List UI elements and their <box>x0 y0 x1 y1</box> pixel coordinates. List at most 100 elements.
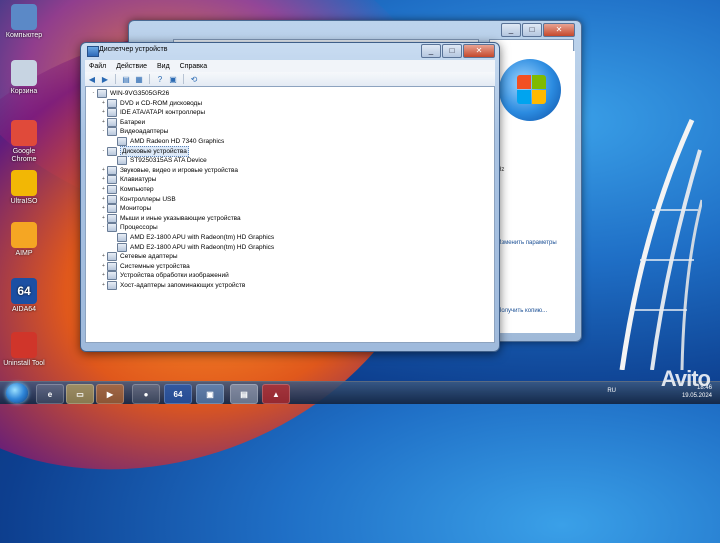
device-item[interactable]: ST9250315AS ATA Device <box>110 156 207 166</box>
device-label: Видеоадаптеры <box>120 128 169 136</box>
chrome-icon[interactable]: ● <box>132 384 160 404</box>
desktop-icon[interactable]: Uninstall Tool <box>2 332 46 368</box>
forward-arrow-icon[interactable]: ▶ <box>100 74 110 84</box>
expand-icon[interactable]: + <box>100 185 107 194</box>
device-item[interactable]: AMD E2-1800 APU with Radeon(tm) HD Graph… <box>110 242 274 252</box>
maximize-button[interactable]: □ <box>442 44 462 58</box>
maximize-button[interactable]: □ <box>522 23 542 37</box>
device-label: Системные устройства <box>120 262 190 270</box>
desktop-icon[interactable]: AIMP <box>2 222 46 258</box>
device-category[interactable]: + Мыши и иные указывающие устройства <box>100 213 241 223</box>
close-button[interactable]: ✕ <box>463 44 495 58</box>
device-category[interactable]: + IDE ATA/ATAPI контроллеры <box>100 108 205 118</box>
windows-logo-icon <box>499 59 561 121</box>
minimize-button[interactable]: _ <box>501 23 521 37</box>
ie-icon[interactable]: e <box>36 384 64 404</box>
expand-icon[interactable]: + <box>100 252 107 261</box>
expand-icon[interactable]: + <box>100 99 107 108</box>
collapse-icon[interactable]: - <box>100 223 107 232</box>
tree-view-icon[interactable]: ▤ <box>121 74 131 84</box>
device-manager-window[interactable]: Диспетчер устройств _ □ ✕ Файл Действие … <box>80 42 500 352</box>
device-icon <box>97 89 107 98</box>
device-category[interactable]: + Сетевые адаптеры <box>100 252 178 262</box>
language-indicator[interactable]: RU <box>607 388 616 394</box>
device-category[interactable]: + Звуковые, видео и игровые устройства <box>100 165 238 175</box>
minimize-button[interactable]: _ <box>421 44 441 58</box>
device-category[interactable]: + Мониторы <box>100 204 151 214</box>
device-label: Компьютер <box>120 186 154 193</box>
device-item[interactable]: AMD E2-1800 APU with Radeon(tm) HD Graph… <box>110 233 274 242</box>
expand-icon[interactable]: + <box>100 271 107 280</box>
back-arrow-icon[interactable]: ◀ <box>87 74 97 84</box>
collapse-icon[interactable]: - <box>90 89 97 98</box>
expand-icon[interactable]: + <box>100 166 107 175</box>
scan-hardware-icon[interactable]: ⟲ <box>189 74 199 84</box>
help-icon[interactable]: ? <box>155 74 165 84</box>
properties-icon[interactable]: ▦ <box>134 74 144 84</box>
device-category[interactable]: + Батареи <box>100 117 145 127</box>
desktop-icon[interactable]: UltraISO <box>2 170 46 206</box>
device-icon <box>107 185 117 194</box>
device-category[interactable]: - Дисковые устройства <box>100 145 189 157</box>
expand-icon[interactable]: + <box>100 118 107 127</box>
start-button[interactable] <box>6 383 28 403</box>
console-icon[interactable]: ▣ <box>168 74 178 84</box>
desktop-icon-label: Uninstall Tool <box>3 360 45 367</box>
device-category[interactable]: + Системные устройства <box>100 261 190 271</box>
media-player-icon[interactable]: ▶ <box>96 384 124 404</box>
device-category[interactable]: + Контроллеры USB <box>100 194 176 204</box>
device-category[interactable]: + Хост-адаптеры запоминающих устройств <box>100 281 245 290</box>
device-label: Устройства обработки изображений <box>120 272 229 280</box>
expand-icon[interactable]: + <box>100 204 107 213</box>
menu-help[interactable]: Справка <box>180 63 207 70</box>
aida64-icon[interactable]: 64 <box>164 384 192 404</box>
desktop-icon[interactable]: Компьютер <box>2 4 46 40</box>
device-category[interactable]: + DVD и CD-ROM дисководы <box>100 98 202 108</box>
collapse-icon[interactable]: - <box>100 147 107 156</box>
desktop-icon-label: AIDA64 <box>11 306 37 313</box>
device-icon <box>107 204 117 214</box>
desktop-icon[interactable]: Корзина <box>2 60 46 96</box>
toolbar-separator <box>149 74 150 84</box>
explorer-icon[interactable]: ▭ <box>66 384 94 404</box>
device-tree[interactable]: - WIN-9VG3505GR26 + DVD и CD-ROM дисководы +… <box>85 86 495 343</box>
expand-icon[interactable]: + <box>100 214 107 223</box>
expand-icon[interactable]: + <box>100 108 107 117</box>
device-label: Дисковые устройства <box>120 145 189 157</box>
menu-file[interactable]: Файл <box>89 63 106 70</box>
device-icon <box>107 165 117 175</box>
expand-icon[interactable]: + <box>100 175 107 184</box>
device-category[interactable]: - Процессоры <box>100 223 158 233</box>
expand-icon[interactable]: + <box>100 281 107 290</box>
desktop-icon[interactable]: 64 AIDA64 <box>2 278 46 314</box>
change-settings-link[interactable]: Изменить параметры <box>497 239 567 248</box>
device-icon <box>107 175 117 185</box>
device-category[interactable]: + Клавиатуры <box>100 175 156 185</box>
get-copy-link[interactable]: Получить копию... <box>497 308 547 314</box>
device-icon <box>107 252 117 262</box>
computer-root-node[interactable]: - WIN-9VG3505GR26 <box>90 89 169 98</box>
desktop-icon[interactable]: Google Chrome <box>2 120 46 164</box>
desktop-icon-label: Корзина <box>10 88 38 95</box>
device-category[interactable]: - Видеоадаптеры <box>100 127 169 137</box>
device-icon <box>107 117 117 127</box>
device-manager-icon <box>87 46 99 57</box>
device-icon <box>107 281 117 290</box>
device-category[interactable]: + Устройства обработки изображений <box>100 271 229 281</box>
expand-icon[interactable]: + <box>100 195 107 204</box>
menu-view[interactable]: Вид <box>157 63 170 70</box>
avito-watermark: Avito <box>660 366 711 391</box>
menu-action[interactable]: Действие <box>116 63 147 70</box>
expand-icon[interactable]: + <box>100 262 107 271</box>
desktop-icon-label: Google Chrome <box>11 148 37 163</box>
uninstall-tool-icon[interactable]: ▲ <box>262 384 290 404</box>
device-category[interactable]: + Компьютер <box>100 185 154 194</box>
control-panel-icon[interactable]: ▣ <box>196 384 224 404</box>
device-manager-icon[interactable]: ▤ <box>230 384 258 404</box>
disc-icon <box>11 170 37 196</box>
close-button[interactable]: ✕ <box>543 23 575 37</box>
collapse-icon[interactable]: - <box>100 127 107 136</box>
taskbar: e ▭ ▶ ● 64 ▣ ▤ ▲ RU 18:46 19.05.2024 <box>0 381 720 404</box>
desktop-icon-label: UltraISO <box>10 198 38 205</box>
window-title: Диспетчер устройств <box>99 46 168 53</box>
